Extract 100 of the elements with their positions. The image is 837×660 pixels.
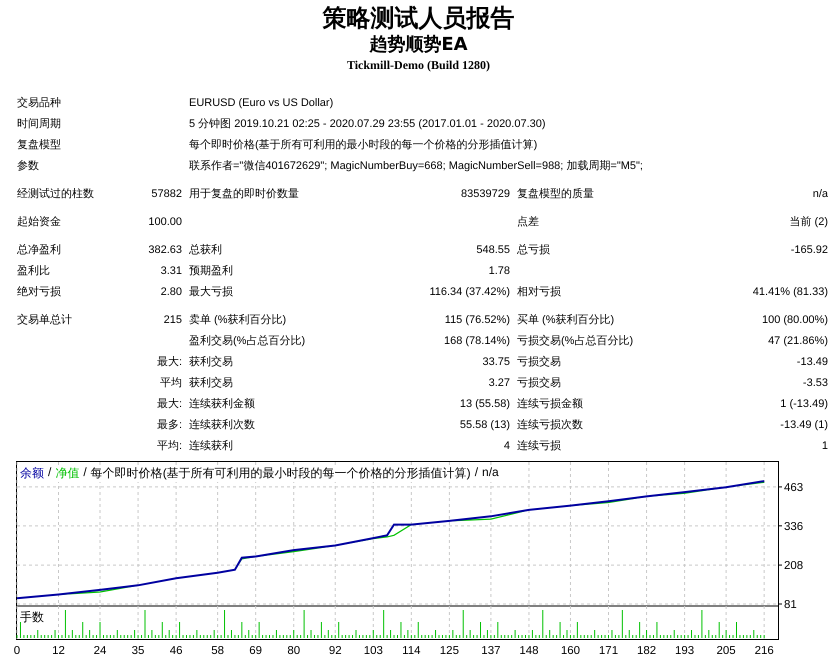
stat-value: 1.78 (488, 264, 510, 279)
stat-label: 总亏损 (517, 243, 551, 258)
info-value: 联系作者="微信401672629"; MagicNumberBuy=668; MagicNumberSell=988; 加载周期="M5"; (189, 158, 644, 174)
x-tick-label: 125 (440, 645, 459, 657)
stat-label: 相对亏损 (517, 285, 562, 300)
x-tick-label: 24 (94, 645, 106, 657)
stat-label: 最大亏损 (189, 285, 234, 300)
stat-value: 平均: (156, 439, 182, 454)
stat-value: 55.58 (13) (458, 418, 510, 433)
x-tick-label: 0 (14, 645, 20, 657)
legend-quality: n/a (482, 465, 499, 481)
stat-label: 盈利交易(%占总百分比) (189, 334, 306, 349)
stat-value: 1 (820, 439, 828, 454)
stat-value: 41.41% (81.33) (752, 285, 828, 300)
stat-value: 3.27 (488, 376, 510, 391)
report-title: 策略测试人员报告 (321, 3, 516, 33)
stat-value: -165.92 (790, 243, 828, 258)
stat-value: 当前 (2) (788, 215, 828, 230)
x-tick-label: 69 (249, 645, 262, 657)
stat-value: 100.00 (147, 215, 182, 230)
stat-value: 最大: (156, 397, 182, 412)
stat-value: 最大: (156, 355, 182, 370)
stat-value: 215 (162, 313, 182, 328)
stat-label: 连续获利 (189, 439, 234, 454)
stat-label: 连续亏损 (517, 439, 562, 454)
stat-label: 连续亏损金额 (517, 396, 584, 412)
x-tick-label: 114 (402, 645, 420, 657)
stat-label: 亏损交易 (517, 354, 562, 370)
stat-label: 连续亏损次数 (517, 418, 584, 433)
stat-value: 382.63 (147, 243, 182, 258)
y-tick-label: 336 (784, 520, 804, 533)
legend-separator: / (83, 465, 87, 481)
x-tick-label: 58 (211, 645, 224, 657)
x-tick-label: 92 (328, 645, 342, 657)
stat-label: 盈利比 (17, 264, 51, 279)
stat-label: 总获利 (189, 243, 223, 258)
y-tick-label: 463 (784, 482, 804, 494)
stat-label: 连续获利次数 (189, 418, 256, 433)
x-tick-label: 216 (754, 645, 774, 657)
server-name: Tickmill-Demo (Build 1280) (346, 57, 492, 73)
stat-value: 最多: (156, 418, 182, 433)
stat-value: 168 (78.14%) (442, 334, 510, 349)
stat-value: -13.49 (796, 355, 828, 370)
stat-label: 亏损交易 (517, 376, 562, 391)
stat-value: 115 (76.52%) (444, 313, 510, 328)
legend-series: 余额 (20, 465, 44, 482)
stat-label: 总净盈利 (17, 243, 62, 258)
x-tick-label: 171 (598, 645, 618, 657)
stat-value: 4 (502, 439, 510, 454)
legend-caption: 每个即时价格(基于所有可利用的最小时段的每一个价格的分形插值计算) (90, 465, 471, 482)
stat-label: 点差 (517, 214, 540, 230)
stat-label: 经测试过的柱数 (17, 187, 95, 202)
legend-series: 净值 (55, 465, 80, 482)
x-tick-label: 160 (560, 645, 580, 657)
stat-value: -3.53 (802, 376, 828, 391)
stat-label: 亏损交易(%占总百分比) (517, 334, 634, 349)
stat-label: 起始资金 (17, 215, 62, 230)
stat-value: 33.75 (481, 355, 510, 370)
stat-value: 平均 (159, 376, 182, 391)
stat-label: 预期盈利 (189, 264, 234, 279)
stat-value: 116.34 (37.42%) (428, 285, 510, 300)
info-value: 每个即时价格(基于所有可利用的最小时段的每一个价格的分形插值计算) (189, 138, 538, 153)
stat-label: 复盘模型的质量 (517, 187, 595, 202)
stat-value: n/a (812, 187, 828, 202)
x-tick-label: 103 (364, 645, 383, 657)
stat-value: 47 (21.86%) (767, 334, 828, 349)
y-tick-label: 208 (784, 560, 804, 572)
x-tick-label: 193 (675, 645, 694, 657)
x-tick-label: 205 (716, 645, 736, 657)
stat-label: 买单 (%获利百分比) (517, 313, 616, 328)
stat-value: 100 (80.00%) (760, 313, 828, 328)
stat-label: 连续获利金额 (189, 396, 256, 412)
info-label: 时间周期 (17, 117, 62, 132)
stat-label: 绝对亏损 (17, 285, 62, 300)
report-subtitle: 趋势顺势EA (368, 33, 469, 57)
x-tick-label: 12 (52, 645, 65, 657)
stat-label: 交易单总计 (17, 312, 73, 328)
stat-value: 1 (-13.49) (779, 397, 828, 412)
info-label: 复盘模型 (17, 138, 62, 153)
x-tick-label: 148 (519, 645, 539, 657)
stat-value: -13.49 (1) (779, 418, 828, 433)
info-value: 5 分钟图 2019.10.21 02:25 - 2020.07.29 23:55 (2017.01.01 - 2020.07.30) (189, 117, 547, 132)
stat-label: 获利交易 (189, 354, 234, 370)
x-tick-label: 46 (170, 645, 183, 657)
volume-label: 手数 (20, 609, 44, 626)
info-label: 交易品种 (17, 96, 62, 111)
legend-separator: / (48, 465, 52, 481)
stat-value: 2.80 (160, 285, 182, 300)
x-tick-label: 35 (132, 645, 144, 657)
stat-label: 卖单 (%获利百分比) (189, 313, 288, 328)
stat-label: 用于复盘的即时价数量 (189, 187, 300, 202)
stat-value: 3.31 (160, 264, 182, 279)
y-tick-label: 81 (784, 599, 797, 611)
stat-label: 获利交易 (189, 376, 234, 391)
stat-value: 57882 (150, 187, 182, 202)
x-tick-label: 182 (636, 645, 656, 657)
stat-value: 83539729 (460, 187, 510, 202)
stat-value: 548.55 (475, 243, 510, 258)
x-tick-label: 137 (481, 645, 500, 657)
info-value: EURUSD (Euro vs US Dollar) (189, 96, 334, 111)
